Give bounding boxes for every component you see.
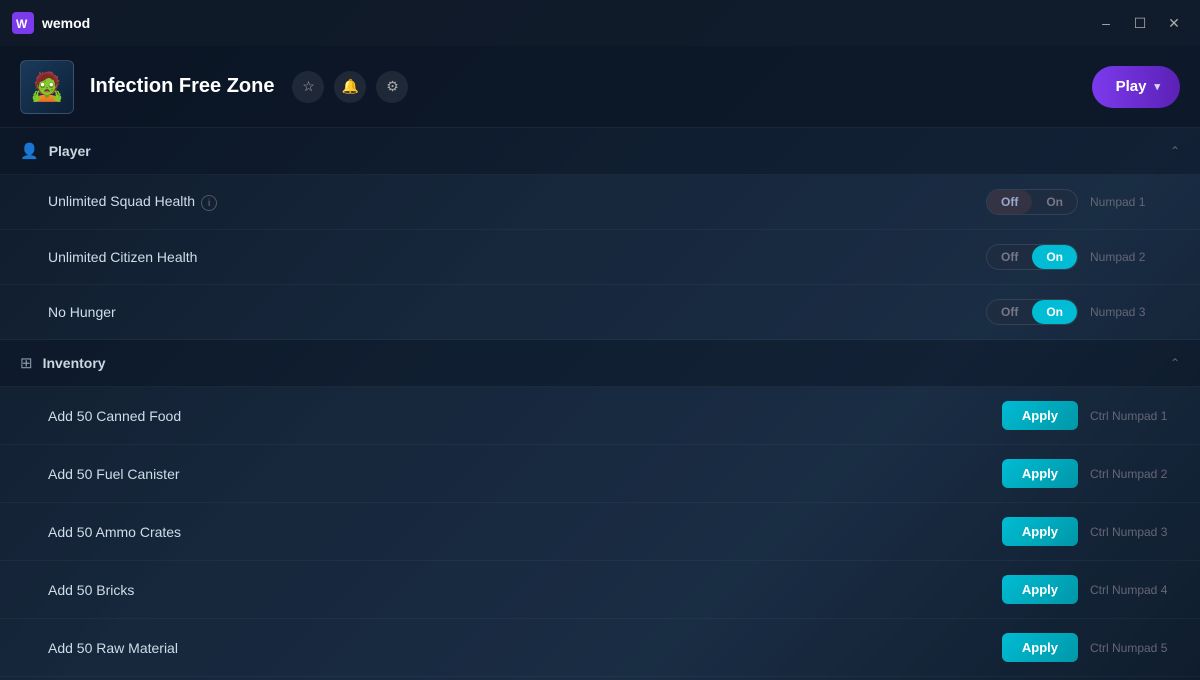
shortcut-label-inventory-3: Ctrl Numpad 4 [1090, 583, 1180, 597]
cheat-name-player-2: No Hunger [48, 304, 986, 320]
play-button[interactable]: Play ▾ [1092, 66, 1180, 108]
section-title-player: Player [49, 143, 91, 159]
notifications-button[interactable]: 🔔 [334, 71, 366, 103]
toggle-group-player-0: Off On [986, 189, 1078, 215]
shortcut-label-player-2: Numpad 3 [1090, 305, 1180, 319]
cheat-name-player-1: Unlimited Citizen Health [48, 249, 986, 265]
game-thumbnail-icon: 🧟 [30, 70, 65, 103]
section-collapse-inventory[interactable]: ⌃ [1170, 356, 1180, 370]
apply-button-inventory-2[interactable]: Apply [1002, 517, 1078, 546]
toggle-on-player-0[interactable]: On [1032, 190, 1077, 214]
toggle-group-player-1: Off On [986, 244, 1078, 270]
game-title: Infection Free Zone [90, 75, 274, 98]
shortcut-label-inventory-1: Ctrl Numpad 2 [1090, 467, 1180, 481]
app-logo: W wemod [12, 12, 90, 34]
svg-text:W: W [16, 17, 28, 31]
cheat-row-inventory-1: Add 50 Fuel Canister Apply Ctrl Numpad 2 [0, 445, 1200, 503]
play-label: Play [1116, 78, 1147, 95]
cheat-controls-player-2: Off On Numpad 3 [986, 299, 1180, 325]
tune-button[interactable]: ⚙ [376, 71, 408, 103]
cheat-name-inventory-0: Add 50 Canned Food [48, 408, 1002, 424]
apply-button-inventory-3[interactable]: Apply [1002, 575, 1078, 604]
toggle-off-player-0[interactable]: Off [987, 190, 1032, 214]
cheat-row-player-0: Unlimited Squad Healthi Off On Numpad 1 [0, 175, 1200, 230]
section-header-inventory: ⊞ Inventory ⌃ [0, 340, 1200, 387]
shortcut-label-inventory-4: Ctrl Numpad 5 [1090, 641, 1180, 655]
toggle-off-player-1[interactable]: Off [987, 245, 1032, 269]
cheat-name-inventory-3: Add 50 Bricks [48, 582, 1002, 598]
toggle-off-player-2[interactable]: Off [987, 300, 1032, 324]
section-title-inventory: Inventory [43, 355, 106, 371]
maximize-button[interactable]: ☐ [1126, 9, 1154, 37]
toggle-group-player-2: Off On [986, 299, 1078, 325]
cheat-name-inventory-4: Add 50 Raw Material [48, 640, 1002, 656]
cheat-row-inventory-0: Add 50 Canned Food Apply Ctrl Numpad 1 [0, 387, 1200, 445]
section-icon-player: 👤 [20, 142, 39, 160]
info-icon-player-0[interactable]: i [201, 195, 217, 211]
game-thumbnail: 🧟 [20, 60, 74, 114]
shortcut-label-inventory-2: Ctrl Numpad 3 [1090, 525, 1180, 539]
shortcut-label-player-1: Numpad 2 [1090, 250, 1180, 264]
main-content: 👤 Player ⌃ Unlimited Squad Healthi Off O… [0, 128, 1200, 680]
cheat-controls-inventory-2: Apply Ctrl Numpad 3 [1002, 517, 1180, 546]
toggle-on-player-1[interactable]: On [1032, 245, 1077, 269]
shortcut-label-inventory-0: Ctrl Numpad 1 [1090, 409, 1180, 423]
cheat-controls-player-1: Off On Numpad 2 [986, 244, 1180, 270]
cheat-controls-inventory-3: Apply Ctrl Numpad 4 [1002, 575, 1180, 604]
cheat-row-player-2: No Hunger Off On Numpad 3 [0, 285, 1200, 340]
close-button[interactable]: ✕ [1160, 9, 1188, 37]
cheat-row-inventory-3: Add 50 Bricks Apply Ctrl Numpad 4 [0, 561, 1200, 619]
cheat-controls-inventory-4: Apply Ctrl Numpad 5 [1002, 633, 1180, 662]
apply-button-inventory-4[interactable]: Apply [1002, 633, 1078, 662]
cheat-name-inventory-2: Add 50 Ammo Crates [48, 524, 1002, 540]
section-header-player: 👤 Player ⌃ [0, 128, 1200, 175]
cheat-controls-inventory-1: Apply Ctrl Numpad 2 [1002, 459, 1180, 488]
section-collapse-player[interactable]: ⌃ [1170, 144, 1180, 158]
cheat-controls-inventory-0: Apply Ctrl Numpad 1 [1002, 401, 1180, 430]
shortcut-label-player-0: Numpad 1 [1090, 195, 1180, 209]
wemod-icon: W [12, 12, 34, 34]
apply-button-inventory-0[interactable]: Apply [1002, 401, 1078, 430]
minimize-button[interactable]: – [1092, 9, 1120, 37]
titlebar: W wemod – ☐ ✕ [0, 0, 1200, 46]
toggle-on-player-2[interactable]: On [1032, 300, 1077, 324]
app-name: wemod [42, 15, 90, 31]
favorite-button[interactable]: ☆ [292, 71, 324, 103]
cheat-name-player-0: Unlimited Squad Healthi [48, 193, 986, 212]
apply-button-inventory-1[interactable]: Apply [1002, 459, 1078, 488]
section-icon-inventory: ⊞ [20, 354, 33, 372]
cheat-name-inventory-1: Add 50 Fuel Canister [48, 466, 1002, 482]
cheat-controls-player-0: Off On Numpad 1 [986, 189, 1180, 215]
play-chevron-icon: ▾ [1154, 80, 1160, 93]
game-header: 🧟 Infection Free Zone ☆ 🔔 ⚙ Play ▾ [0, 46, 1200, 128]
cheat-row-player-1: Unlimited Citizen Health Off On Numpad 2 [0, 230, 1200, 285]
window-controls: – ☐ ✕ [1092, 9, 1188, 37]
cheat-row-inventory-2: Add 50 Ammo Crates Apply Ctrl Numpad 3 [0, 503, 1200, 561]
game-actions: ☆ 🔔 ⚙ [292, 71, 408, 103]
cheat-row-inventory-4: Add 50 Raw Material Apply Ctrl Numpad 5 [0, 619, 1200, 677]
